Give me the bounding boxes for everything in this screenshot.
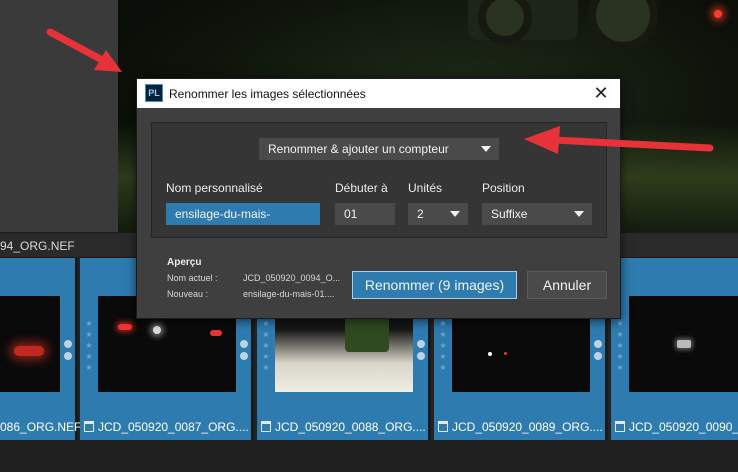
thumbnail-label: JCD_050920_0087_ORG.... xyxy=(84,420,249,434)
thumbnail-label: JCD_050920_0090_OR xyxy=(615,420,738,434)
trash-icon[interactable] xyxy=(615,421,625,432)
preview-wheel xyxy=(588,0,658,50)
name-label: Nom personnalisé xyxy=(166,181,263,195)
thumbnail-image xyxy=(0,296,60,392)
custom-name-input[interactable]: ensilage-du-mais- xyxy=(166,203,320,225)
thumbnail-label: 086_ORG.NEF xyxy=(0,420,82,434)
thumbnail-markers xyxy=(594,340,602,364)
cancel-button[interactable]: Annuler xyxy=(527,271,607,299)
new-name-value: ensilage-du-mais-01.... xyxy=(243,289,335,299)
dropdown-caret-icon xyxy=(450,211,460,217)
star-icon[interactable]: ★ ★ ★ ★ ★ xyxy=(261,318,271,373)
trash-icon[interactable] xyxy=(84,421,94,432)
star-icon[interactable]: ★ ★ ★ ★ ★ xyxy=(615,318,625,373)
preview-light xyxy=(714,10,722,18)
thumbnail-label: JCD_050920_0088_ORG.... xyxy=(261,420,426,434)
filmstrip-footer xyxy=(0,440,738,472)
preview-heading: Aperçu xyxy=(167,257,202,268)
left-panel xyxy=(0,0,118,232)
current-filename: 94_ORG.NEF xyxy=(0,239,75,253)
current-name-value: JCD_050920_0094_O... xyxy=(243,273,341,283)
units-dropdown[interactable]: 2 xyxy=(408,203,468,225)
thumbnail[interactable]: ★★★★★ JCD_050920_0090_OR xyxy=(611,258,738,440)
dialog-titlebar[interactable]: PL Renommer les images sélectionnées ✕ xyxy=(137,79,620,108)
current-name-label: Nom actuel : xyxy=(167,273,218,283)
trash-icon[interactable] xyxy=(438,421,448,432)
star-icon[interactable]: ★ ★ ★ ★ ★ xyxy=(84,318,94,373)
start-at-input[interactable]: 01 xyxy=(335,203,395,225)
thumbnail-image xyxy=(629,296,738,392)
units-label: Unités xyxy=(408,181,443,195)
rename-options-group: Renommer & ajouter un compteur Nom perso… xyxy=(151,122,607,238)
app-window: 94_ORG.NEF 086_ORG.NEF ★ ★ ★ ★ ★ JCD_050920_… xyxy=(0,0,738,472)
dropdown-caret-icon xyxy=(481,146,491,152)
thumbnail-markers xyxy=(417,340,425,364)
app-logo-icon: PL xyxy=(145,84,163,102)
rename-button[interactable]: Renommer (9 images) xyxy=(352,271,517,299)
thumbnail[interactable]: 086_ORG.NEF xyxy=(0,258,82,440)
dropdown-caret-icon xyxy=(574,211,584,217)
new-name-label: Nouveau : xyxy=(167,289,209,299)
star-icon[interactable]: ★ ★ ★ ★ ★ xyxy=(438,318,448,373)
thumbnail-markers xyxy=(240,340,248,364)
position-value: Suffixe xyxy=(491,207,528,221)
position-label: Position xyxy=(482,181,525,195)
dialog-title: Renommer les images sélectionnées xyxy=(169,87,366,101)
start-label: Débuter à xyxy=(335,181,388,195)
units-value: 2 xyxy=(417,207,424,221)
rename-mode-value: Renommer & ajouter un compteur xyxy=(268,142,449,156)
close-icon[interactable]: ✕ xyxy=(590,82,612,104)
trash-icon[interactable] xyxy=(261,421,271,432)
thumbnail-label: JCD_050920_0089_ORG.... xyxy=(438,420,603,434)
thumbnail-markers xyxy=(64,340,72,364)
rename-mode-dropdown[interactable]: Renommer & ajouter un compteur xyxy=(259,138,499,160)
position-dropdown[interactable]: Suffixe xyxy=(482,203,592,225)
rename-dialog: PL Renommer les images sélectionnées ✕ R… xyxy=(136,78,621,319)
